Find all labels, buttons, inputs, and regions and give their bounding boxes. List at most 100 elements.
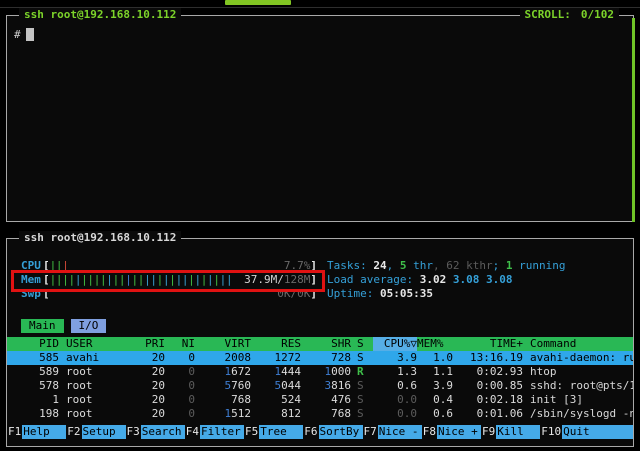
fkey-filter[interactable]: F4Filter	[185, 425, 244, 439]
thr-label: thr	[406, 259, 433, 272]
uptime-label: Uptime:	[327, 287, 380, 300]
res-cell: 1444	[251, 365, 301, 379]
command-cell: /sbin/syslogd -n	[523, 407, 633, 421]
tasks-line: Tasks: 24, 5 thr, 62 kthr; 1 running	[327, 259, 633, 273]
status-cell: S	[351, 379, 373, 393]
col-header-mem[interactable]: MEM%	[417, 337, 453, 351]
num-rest: 044	[281, 379, 301, 392]
scroll-value: 0/102	[581, 8, 614, 21]
pane-htop-title: ssh root@192.168.10.112	[19, 231, 181, 245]
uptime-line: Uptime: 05:05:35	[327, 287, 633, 301]
fkey-number: F1	[7, 425, 22, 439]
num-rest: 476	[331, 393, 351, 406]
function-key-bar: F1Help F2Setup F3Search F4Filter F5Tree …	[7, 425, 633, 439]
fkey-nice-plus[interactable]: F8Nice +	[422, 425, 481, 439]
text-cursor	[26, 28, 34, 41]
cpu-cell: 0.6	[373, 379, 417, 393]
process-row[interactable]: 589 root 20 0 1672 1444 1000 R 1.3 1.1 0…	[7, 365, 633, 379]
fkey-number: F2	[66, 425, 81, 439]
mem-cell: 0.4	[417, 393, 453, 407]
top-green-strip	[225, 0, 291, 5]
pri-cell: 20	[129, 351, 165, 365]
col-header-shr[interactable]: SHR	[301, 337, 351, 351]
user-cell: avahi	[59, 351, 129, 365]
ni-cell: 0	[165, 393, 195, 407]
fkey-label: Nice -	[378, 425, 422, 439]
shr-cell: 728	[301, 351, 351, 365]
shr-cell: 476	[301, 393, 351, 407]
process-row[interactable]: 198 root 20 0 1512 812 768 S 0.0 0.6 0:0…	[7, 407, 633, 421]
virt-cell: 2008	[195, 351, 251, 365]
tasks-count: 24	[373, 259, 386, 272]
process-row[interactable]: 578 root 20 0 5760 5044 3816 S 0.6 3.9 0…	[7, 379, 633, 393]
process-row-selected[interactable]: 585 avahi 20 0 2008 1272 728 S 3.9 1.0 1…	[7, 351, 633, 365]
col-header-virt[interactable]: VIRT	[195, 337, 251, 351]
process-table-header: PID USER PRI NI VIRT RES SHR S CPU%▽ MEM…	[7, 337, 633, 351]
col-header-res[interactable]: RES	[251, 337, 301, 351]
fkey-number: F3	[126, 425, 141, 439]
num-rest: 728	[331, 351, 351, 364]
col-header-pid[interactable]: PID	[14, 337, 59, 351]
fkey-number: F9	[481, 425, 496, 439]
col-header-time[interactable]: TIME+	[453, 337, 523, 351]
col-header-state[interactable]: S	[351, 337, 373, 351]
cpu-cell: 0.0	[373, 393, 417, 407]
htop-tabs: Main I/O	[21, 319, 633, 333]
process-row[interactable]: 1 root 20 0 768 524 476 S 0.0 0.4 0:02.1…	[7, 393, 633, 407]
ni-cell: 0	[165, 365, 195, 379]
cpu-cell: 0.0	[373, 407, 417, 421]
user-cell: root	[59, 393, 129, 407]
fkey-label: Kill	[496, 425, 540, 439]
status-cell: R	[351, 365, 373, 379]
shr-cell: 1000	[301, 365, 351, 379]
num-rest: 524	[281, 393, 301, 406]
num-rest: 672	[231, 365, 251, 378]
cpu-cell: 1.3	[373, 365, 417, 379]
time-cell: 0:01.06	[453, 407, 523, 421]
fkey-setup[interactable]: F2Setup	[66, 425, 125, 439]
scroll-label: SCROLL:	[525, 8, 571, 21]
num-rest: 000	[331, 365, 351, 378]
pri-cell: 20	[129, 379, 165, 393]
load-label: Load average:	[327, 273, 420, 286]
fkey-label: Filter	[200, 425, 244, 439]
tab-io[interactable]: I/O	[71, 319, 107, 333]
col-header-command[interactable]: Command	[523, 337, 633, 351]
fkey-label: Search	[141, 425, 185, 439]
fkey-kill[interactable]: F9Kill	[481, 425, 540, 439]
col-header-pri[interactable]: PRI	[129, 337, 165, 351]
num-rest: 444	[281, 365, 301, 378]
pid-cell: 589	[14, 365, 59, 379]
scrollbar[interactable]	[632, 18, 635, 222]
pane-htop: ssh root@192.168.10.112 CPU[|||7.7%] Mem…	[6, 238, 634, 447]
virt-cell: 1512	[195, 407, 251, 421]
time-cell: 0:02.93	[453, 365, 523, 379]
fkey-label: Help	[22, 425, 66, 439]
fkey-help[interactable]: F1Help	[7, 425, 66, 439]
col-header-user[interactable]: USER	[59, 337, 129, 351]
num-rest: 2008	[225, 351, 252, 364]
fkey-search[interactable]: F3Search	[126, 425, 185, 439]
fkey-label: SortBy	[319, 425, 363, 439]
shr-cell: 3816	[301, 379, 351, 393]
num-rest: 760	[231, 379, 251, 392]
fkey-sortby[interactable]: F6SortBy	[303, 425, 362, 439]
fkey-nice-minus[interactable]: F7Nice -	[363, 425, 422, 439]
fkey-tree[interactable]: F5Tree	[244, 425, 303, 439]
pri-cell: 20	[129, 393, 165, 407]
command-cell: init [3]	[523, 393, 633, 407]
tab-main[interactable]: Main	[21, 319, 64, 333]
shell-prompt: #	[14, 28, 21, 41]
fkey-label: Quit	[562, 425, 633, 439]
col-header-ni[interactable]: NI	[165, 337, 195, 351]
col-header-cpu-sorted[interactable]: CPU%▽	[373, 337, 417, 351]
sep: ;	[493, 259, 506, 272]
fkey-quit[interactable]: F10Quit	[540, 425, 633, 439]
pane-shell: ssh root@192.168.10.112 SCROLL:0/102 #	[6, 15, 634, 222]
mem-cell: 1.1	[417, 365, 453, 379]
fkey-number: F7	[363, 425, 378, 439]
terminal-screen: { "colors": { "pane_title_active": "#7cd…	[0, 0, 640, 451]
fkey-number: F4	[185, 425, 200, 439]
pid-cell: 585	[14, 351, 59, 365]
fkey-number: F8	[422, 425, 437, 439]
